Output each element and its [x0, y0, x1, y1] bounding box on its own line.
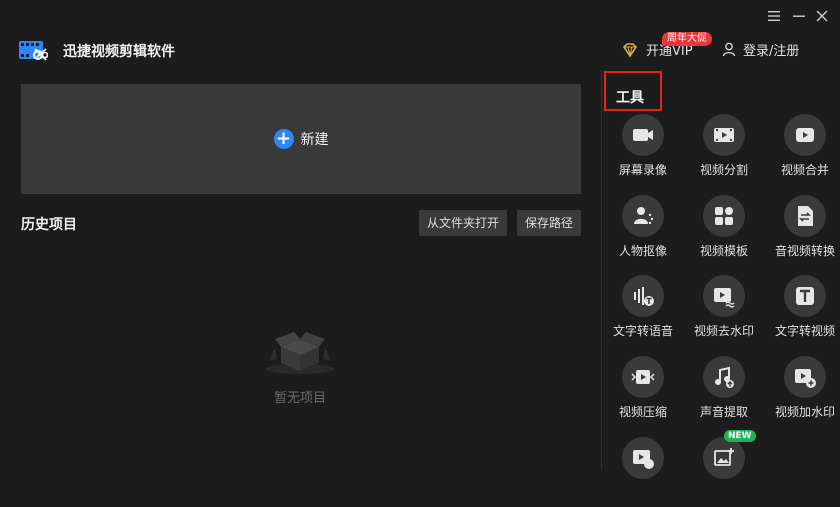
login-label: 登录/注册 — [743, 44, 800, 59]
tool-gif[interactable] — [603, 437, 683, 507]
new-project-label: 新建 — [300, 132, 329, 148]
panel-divider — [601, 70, 602, 470]
tool-label: 视频模板 — [699, 244, 748, 258]
video-template-icon — [715, 207, 733, 225]
promo-badge: 周年大促 — [662, 32, 712, 46]
tool-label: 视频压缩 — [618, 405, 667, 419]
tool-label: 文字转语音 — [612, 324, 673, 338]
tool-audio-extract[interactable]: 声音提取 — [684, 356, 764, 426]
diamond-icon — [622, 42, 638, 57]
av-convert-icon — [798, 206, 813, 226]
empty-state-label: 暂无项目 — [273, 391, 326, 406]
tool-person-cutout[interactable]: 人物抠像 — [603, 195, 683, 265]
gif-icon — [633, 450, 654, 469]
history-title: 历史项目 — [21, 217, 77, 233]
tool-label: 声音提取 — [699, 405, 748, 419]
add-watermark-icon — [795, 369, 816, 388]
user-icon — [722, 42, 736, 57]
open-from-folder-button[interactable]: 从文件夹打开 — [419, 210, 508, 236]
plus-icon: + — [273, 129, 294, 149]
tool-video-template[interactable]: 视频模板 — [684, 195, 764, 265]
app-title: 迅捷视频剪辑软件 — [63, 44, 175, 60]
minimize-icon[interactable] — [792, 9, 806, 23]
tool-text-to-video[interactable]: 文字转视频 — [765, 275, 840, 345]
image-edit-icon — [714, 448, 734, 466]
tool-label: 屏幕录像 — [618, 163, 667, 177]
screen-record-icon — [633, 129, 653, 141]
new-badge: NEW — [724, 430, 756, 442]
empty-box-icon — [266, 332, 334, 374]
tool-add-watermark[interactable]: 视频加水印 — [765, 356, 840, 426]
menu-icon[interactable] — [766, 9, 782, 23]
new-project-button[interactable]: + 新建 — [21, 84, 581, 194]
login-button[interactable]: 登录/注册 — [722, 40, 799, 59]
tool-video-split[interactable]: 视频分割 — [684, 114, 764, 184]
tool-screen-record[interactable]: 屏幕录像 — [603, 114, 683, 184]
text-to-video-icon — [796, 287, 814, 305]
tools-title: 工具 — [616, 90, 644, 106]
tool-label: 视频去水印 — [693, 324, 754, 338]
tool-label: 人物抠像 — [618, 244, 667, 258]
tool-video-compress[interactable]: 视频压缩 — [603, 356, 683, 426]
save-path-button[interactable]: 保存路径 — [517, 210, 582, 236]
tool-remove-watermark[interactable]: 视频去水印 — [684, 275, 764, 345]
video-compress-icon — [631, 370, 655, 384]
tool-av-convert[interactable]: 音视频转换 — [765, 195, 840, 265]
text-to-speech-icon — [634, 287, 654, 306]
tool-label: 视频合并 — [780, 163, 829, 177]
tool-label: 音视频转换 — [774, 244, 835, 258]
tool-label: 视频分割 — [699, 163, 748, 177]
tool-image-edit[interactable] — [684, 437, 764, 507]
tool-label: 文字转视频 — [774, 324, 835, 338]
app-logo-icon — [19, 41, 48, 61]
close-icon[interactable] — [815, 9, 829, 23]
video-split-icon — [714, 128, 734, 142]
tool-text-to-speech[interactable]: 文字转语音 — [603, 275, 683, 345]
person-cutout-icon — [634, 207, 654, 225]
remove-watermark-icon — [714, 288, 735, 308]
video-merge-icon — [796, 128, 814, 142]
audio-extract-icon — [715, 366, 734, 388]
tool-video-merge[interactable]: 视频合并 — [765, 114, 840, 184]
tool-label: 视频加水印 — [774, 405, 835, 419]
